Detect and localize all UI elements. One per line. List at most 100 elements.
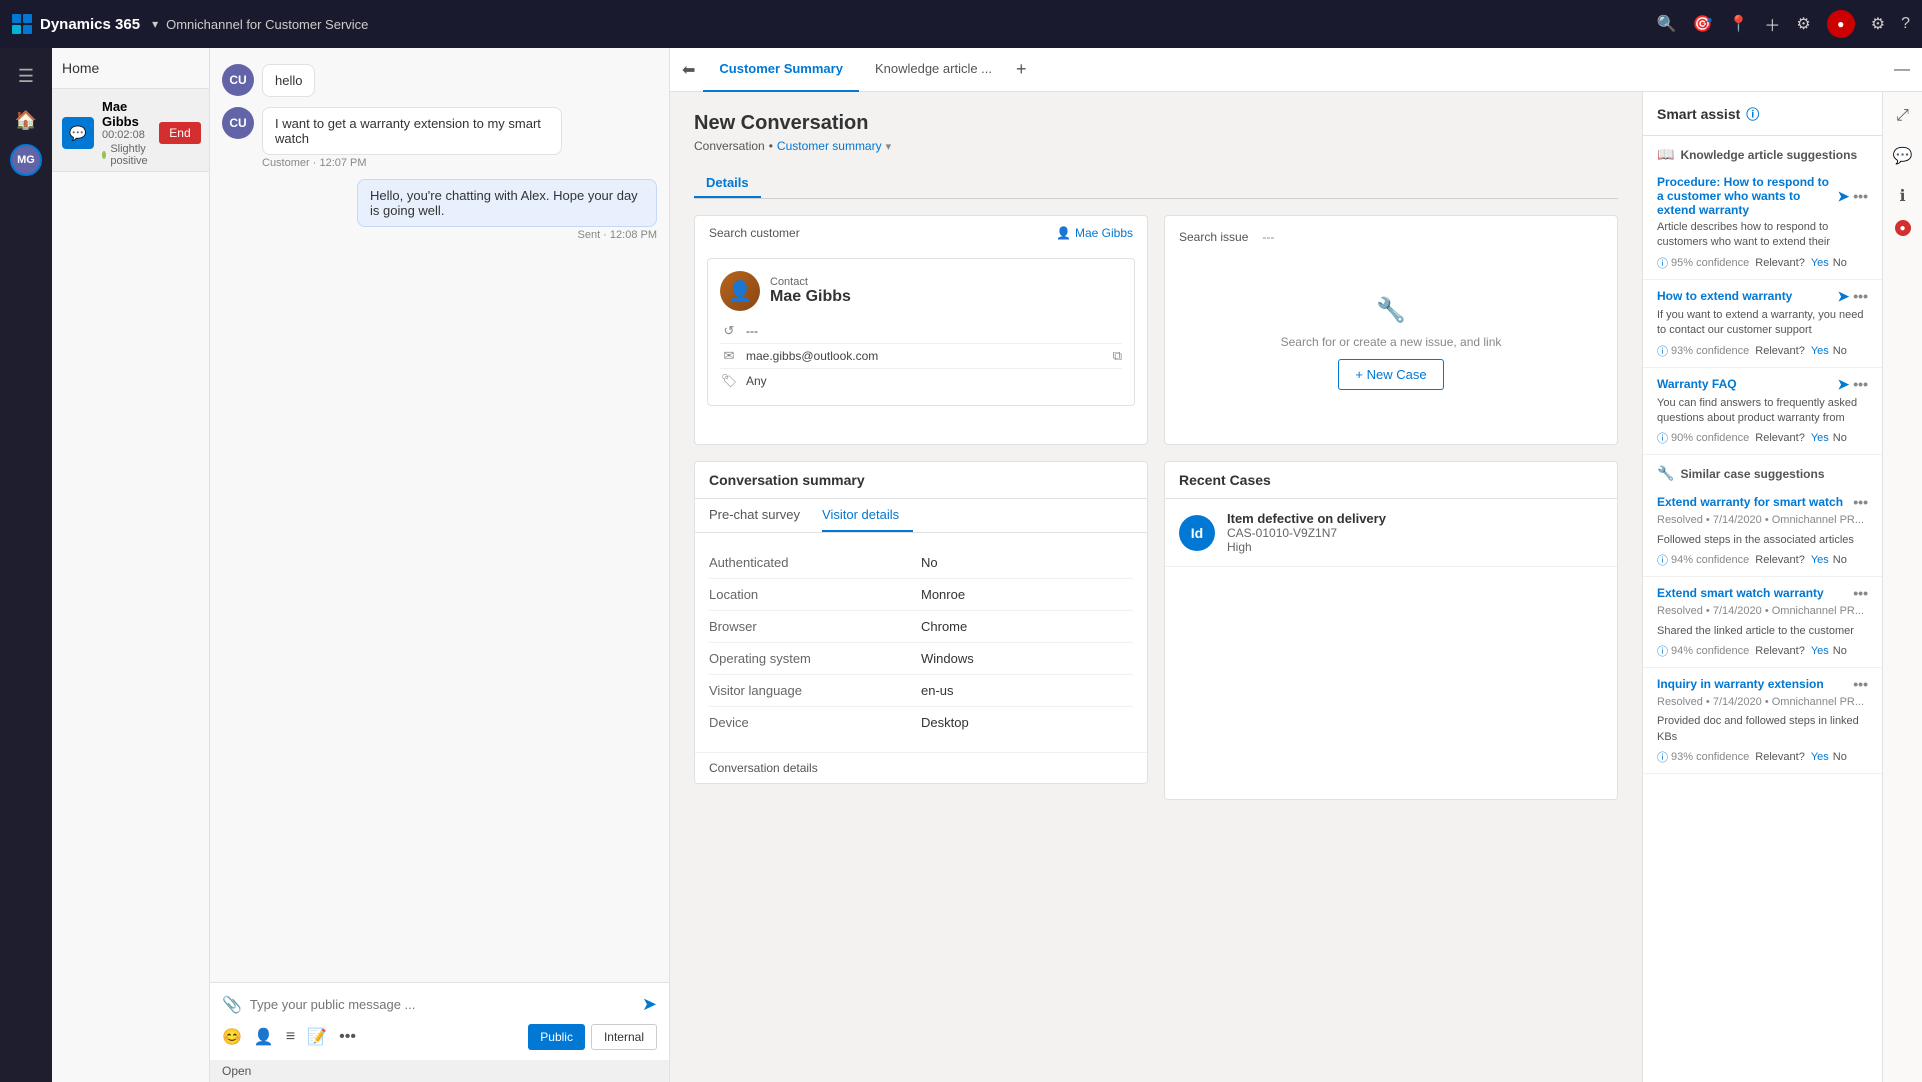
yes-btn-2[interactable]: Yes [1811,345,1829,357]
conv-tab-visitor[interactable]: Visitor details [822,499,913,532]
tab-customer-summary[interactable]: Customer Summary [703,48,859,92]
case-no-2[interactable]: No [1833,645,1847,657]
conv-tab-prechat[interactable]: Pre-chat survey [709,499,814,532]
case-no-3[interactable]: No [1833,751,1847,763]
search-issue-header: Search issue --- [1179,230,1603,244]
case-title-1[interactable]: Extend warranty for smart watch ••• [1657,494,1868,510]
more-icon[interactable]: ••• [339,1028,356,1046]
smart-assist-info-icon[interactable]: ⓘ [1746,104,1759,123]
no-btn-3[interactable]: No [1833,432,1847,444]
chat-input[interactable] [250,991,634,1018]
chat-panel: CU hello CU I want to get a warranty ext… [210,48,670,1082]
case-item-1[interactable]: Id Item defective on delivery CAS-01010-… [1165,499,1617,567]
agent-sentiment: Slightly positive [102,143,151,167]
article-more-icon-2[interactable]: ••• [1853,288,1868,305]
add-icon[interactable]: ＋ [1764,12,1780,36]
search-customer-card: Search customer 👤 Mae Gibbs [694,215,1148,445]
case-title-3[interactable]: Inquiry in warranty extension ••• [1657,676,1868,692]
emoji-icon[interactable]: 😊 [222,1027,242,1047]
conv-details-link[interactable]: Conversation details [695,752,1147,783]
message-meta-2: Customer · 12:07 PM [262,157,562,169]
customer-link[interactable]: 👤 Mae Gibbs [1056,226,1133,240]
chat-messages: CU hello CU I want to get a warranty ext… [210,48,669,982]
tab-add-button[interactable]: + [1008,59,1035,80]
case-more-icon-1[interactable]: ••• [1853,494,1868,510]
agent-panel-header: Home [52,48,209,89]
case-yes-3[interactable]: Yes [1811,751,1829,763]
rs-chat-icon[interactable]: 💬 [1887,140,1919,172]
article-desc-2: If you want to extend a warranty, you ne… [1657,308,1868,339]
case-confidence-1: ⓘ 94% confidence [1657,552,1749,568]
sidebar-home-icon[interactable]: 🏠 [6,100,46,140]
similar-section-label: 🔧 Similar case suggestions [1643,455,1882,486]
public-button[interactable]: Public [528,1024,585,1050]
yes-no-1: Yes No [1811,257,1847,269]
no-btn-2[interactable]: No [1833,345,1847,357]
article-send-icon-2[interactable]: ➤ [1838,288,1850,305]
user-avatar[interactable]: ● [1827,10,1855,38]
chat-input-area: 📎 ➤ 😊 👤 ≡ 📝 ••• Public Internal [210,982,669,1060]
book-icon: 📖 [1657,146,1674,163]
app-grid-icon[interactable] [12,14,32,34]
case-suggestion-meta-1: ⓘ 94% confidence Relevant? Yes No [1657,552,1868,568]
note-icon[interactable]: 📝 [307,1027,327,1047]
location-icon[interactable]: 📍 [1728,14,1748,34]
tag-icon: 🏷 [720,373,738,389]
filter-icon[interactable]: ⚙ [1796,14,1810,34]
app-dropdown-icon[interactable]: ▾ [152,17,158,31]
email-icon: ✉ [720,348,738,364]
article-title-3[interactable]: Warranty FAQ ➤ ••• [1657,376,1868,393]
recent-cases-card: Recent Cases Id Item defective on delive… [1164,461,1618,800]
case-yes-2[interactable]: Yes [1811,645,1829,657]
rs-info-icon[interactable]: ℹ [1887,180,1919,212]
yes-btn-3[interactable]: Yes [1811,432,1829,444]
case-meta-3: Resolved • 7/14/2020 • Omnichannel PR... [1657,695,1868,710]
case-title-2[interactable]: Extend smart watch warranty ••• [1657,585,1868,601]
article-title-2[interactable]: How to extend warranty ➤ ••• [1657,288,1868,305]
new-case-button[interactable]: + New Case [1338,359,1443,390]
send-button[interactable]: ➤ [642,994,657,1015]
case-more-icon-2[interactable]: ••• [1853,585,1868,601]
internal-button[interactable]: Internal [591,1024,657,1050]
rs-expand-icon[interactable]: ⤢ [1887,100,1919,132]
article-send-icon-1[interactable]: ➤ [1838,188,1850,205]
article-more-icon-3[interactable]: ••• [1853,376,1868,393]
contact-name: Mae Gibbs [770,288,851,306]
email-copy-icon[interactable]: ⧉ [1113,348,1122,364]
agent-name: Mae Gibbs [102,99,151,129]
case-yes-no-2: Yes No [1811,645,1847,657]
agent-conversation-row[interactable]: 💬 Mae Gibbs 00:02:08 Slightly positive E… [52,89,209,172]
tabs-bar: ⬅ Customer Summary Knowledge article ...… [670,48,1922,92]
minimize-button[interactable]: — [1894,61,1910,79]
left-sidebar: ☰ 🏠 MG [0,48,52,1082]
contact-any-row: 🏷 Any [720,369,1122,393]
person-icon[interactable]: 👤 [254,1027,274,1047]
sidebar-avatar[interactable]: MG [10,144,42,176]
case-id-1: CAS-01010-V9Z1N7 [1227,526,1603,540]
sidebar-menu-icon[interactable]: ☰ [6,56,46,96]
wrench-icon: 🔧 [1376,296,1406,325]
settings-icon[interactable]: ⚙ [1871,14,1885,34]
case-no-1[interactable]: No [1833,554,1847,566]
article-send-icon-3[interactable]: ➤ [1838,376,1850,393]
target-icon[interactable]: 🎯 [1693,14,1713,34]
tab-knowledge-article[interactable]: Knowledge article ... [859,48,1008,92]
search-icon[interactable]: 🔍 [1657,14,1677,34]
no-btn-1[interactable]: No [1833,257,1847,269]
article-more-icon-1[interactable]: ••• [1853,188,1868,205]
conv-tabs: Pre-chat survey Visitor details [695,499,1147,533]
yes-btn-1[interactable]: Yes [1811,257,1829,269]
attachment-icon[interactable]: 📎 [222,995,242,1015]
article-title-1[interactable]: Procedure: How to respond to a customer … [1657,175,1868,217]
case-more-icon-3[interactable]: ••• [1853,676,1868,692]
case-yes-1[interactable]: Yes [1811,554,1829,566]
conv-summary-header: Conversation summary [695,462,1147,499]
home-icon[interactable]: Home [62,60,99,76]
back-arrow[interactable]: ⬅ [682,60,695,80]
help-icon[interactable]: ? [1901,15,1910,33]
agent-message-row: Hello, you're chatting with Alex. Hope y… [222,179,657,966]
detail-tab-details[interactable]: Details [694,169,761,198]
contact-refresh-row: ↺ --- [720,319,1122,344]
end-button[interactable]: End [159,122,200,144]
list-icon[interactable]: ≡ [286,1028,295,1046]
